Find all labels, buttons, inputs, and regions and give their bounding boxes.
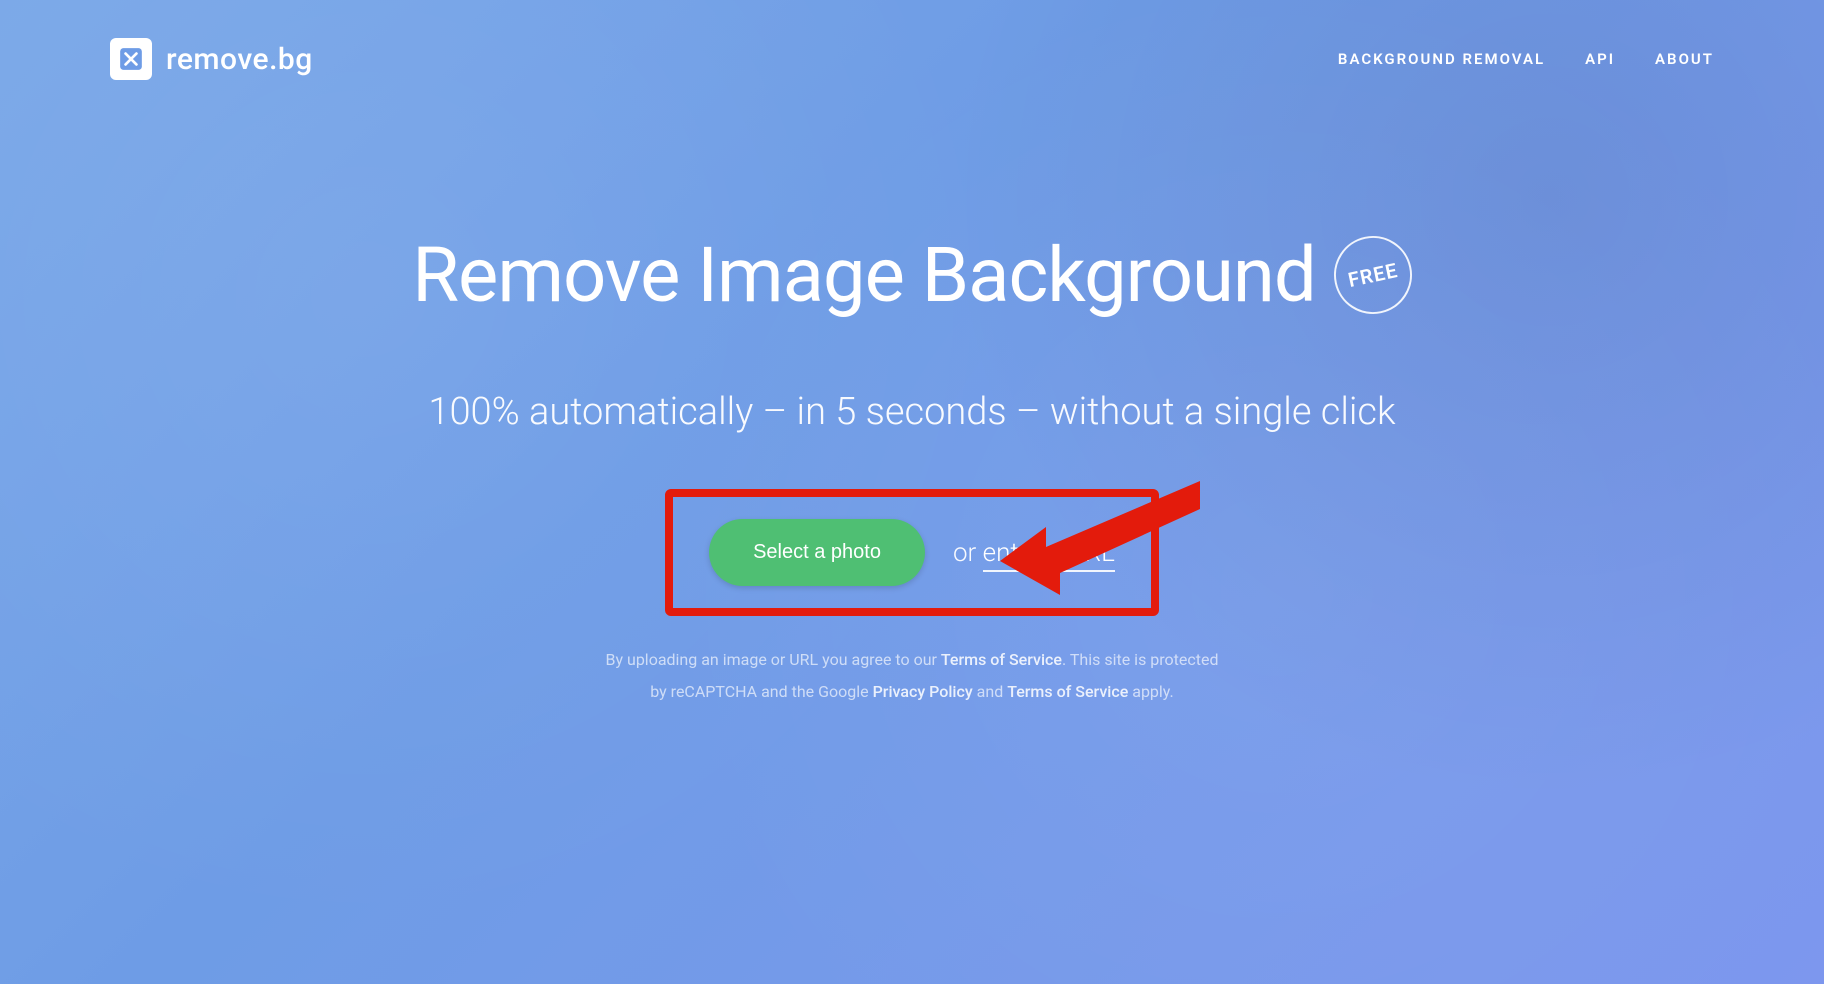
action-area: Select a photo or enter a URL — [0, 489, 1824, 616]
subtitle: 100% automatically – in 5 seconds – with… — [0, 390, 1824, 434]
nav-background-removal[interactable]: BACKGROUND REMOVAL — [1338, 50, 1545, 68]
nav-about[interactable]: ABOUT — [1655, 50, 1714, 68]
logo-text: remove.bg — [166, 42, 313, 77]
enter-url-link[interactable]: enter a URL — [983, 538, 1115, 572]
select-photo-button[interactable]: Select a photo — [709, 519, 925, 586]
logo[interactable]: remove.bg — [110, 38, 313, 80]
legal-text-2a: by reCAPTCHA and the Google — [650, 682, 872, 701]
or-label: or — [953, 538, 983, 568]
main-nav: BACKGROUND REMOVAL API ABOUT — [1338, 50, 1714, 68]
tos-link-1[interactable]: Terms of Service — [941, 650, 1062, 669]
legal-text-1b: . This site is protected — [1062, 650, 1219, 669]
hero: Remove Image Background FREE 100% automa… — [0, 230, 1824, 708]
tos-link-2[interactable]: Terms of Service — [1007, 682, 1128, 701]
annotation-highlight-box: Select a photo or enter a URL — [665, 489, 1159, 616]
header: remove.bg BACKGROUND REMOVAL API ABOUT — [0, 0, 1824, 80]
nav-api[interactable]: API — [1585, 50, 1615, 68]
legal-text-2c: apply. — [1128, 682, 1173, 701]
legal-text: By uploading an image or URL you agree t… — [0, 644, 1824, 708]
page-title: Remove Image Background — [412, 230, 1316, 320]
or-enter-wrap: or enter a URL — [953, 538, 1115, 568]
title-row: Remove Image Background FREE — [0, 230, 1824, 320]
free-badge: FREE — [1327, 229, 1420, 322]
legal-text-2b: and — [973, 682, 1008, 701]
privacy-link[interactable]: Privacy Policy — [873, 682, 973, 701]
legal-text-1a: By uploading an image or URL you agree t… — [605, 650, 940, 669]
logo-icon — [110, 38, 152, 80]
